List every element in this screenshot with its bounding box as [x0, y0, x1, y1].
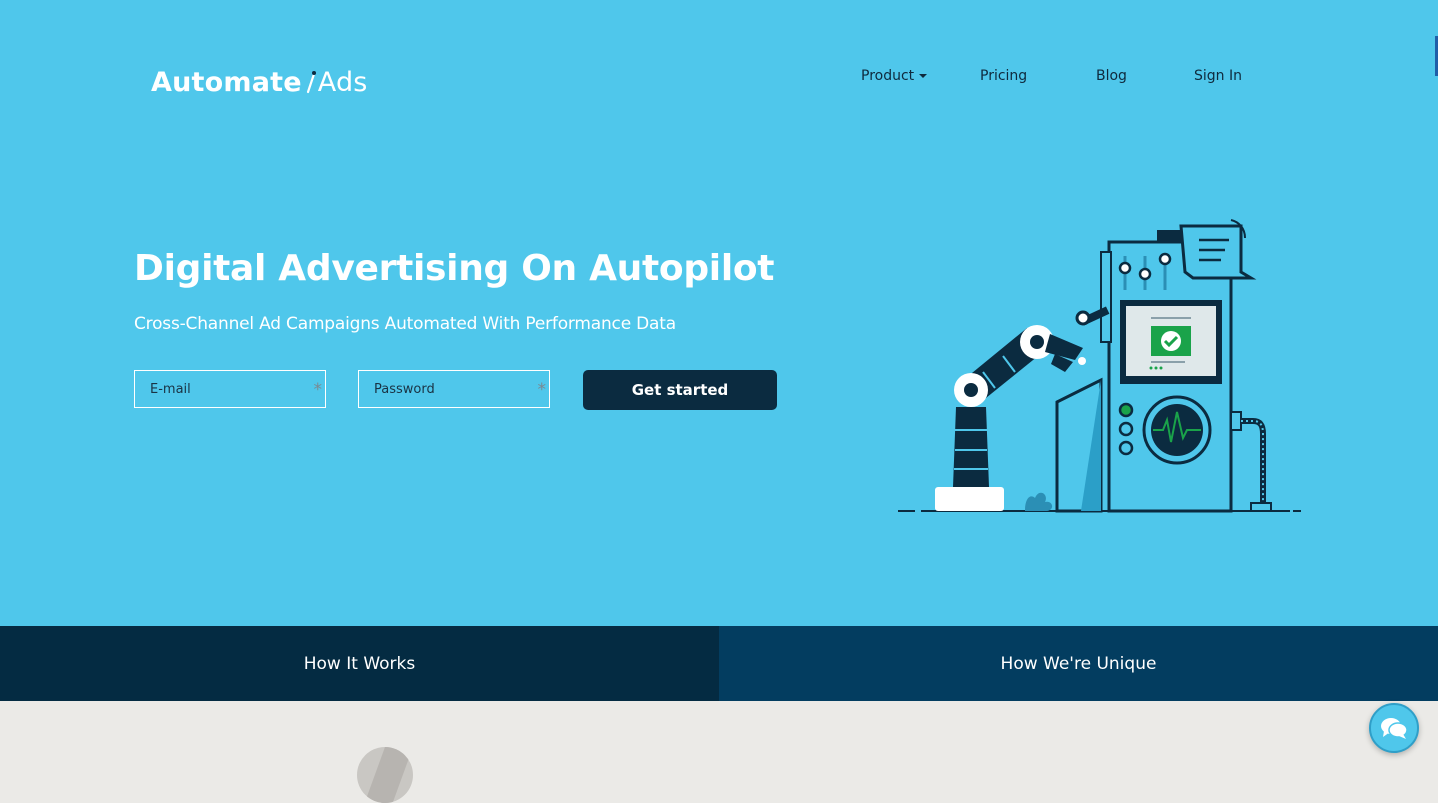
brand-logo[interactable]: Automate Ads: [151, 64, 368, 100]
tab-how-were-unique[interactable]: How We're Unique: [719, 626, 1438, 701]
robot-arm-machine-illustration: [898, 219, 1301, 513]
required-asterisk-icon: *: [313, 380, 323, 400]
hero-subheadline: Cross-Channel Ad Campaigns Automated Wit…: [134, 314, 676, 334]
nav-product[interactable]: Product: [861, 68, 928, 84]
required-asterisk-icon: *: [537, 380, 547, 400]
tab-how-it-works[interactable]: How It Works: [0, 626, 719, 701]
caret-down-icon: [919, 74, 928, 78]
password-placeholder: Password: [374, 382, 435, 397]
brand-name-light: Ads: [317, 66, 368, 98]
nav-sign-in[interactable]: Sign In: [1194, 68, 1242, 84]
nav-pricing[interactable]: Pricing: [980, 68, 1027, 84]
email-field[interactable]: E-mail *: [134, 370, 326, 408]
chat-bubbles-icon: [1381, 718, 1408, 739]
get-started-button[interactable]: Get started: [583, 370, 777, 410]
section-tabs: How It Works How We're Unique: [0, 626, 1438, 701]
email-placeholder: E-mail: [150, 382, 191, 397]
nav-product-label: Product: [861, 68, 915, 84]
password-field[interactable]: Password *: [358, 370, 550, 408]
brand-name-bold: Automate: [151, 66, 302, 98]
section-image-peek: [357, 747, 413, 803]
chat-button[interactable]: [1369, 703, 1419, 753]
hero-section: Automate Ads Product Pricing Blog Sign I…: [0, 0, 1438, 626]
hero-headline: Digital Advertising On Autopilot: [134, 248, 775, 289]
logo-slash-icon: [306, 71, 316, 94]
nav-blog[interactable]: Blog: [1096, 68, 1127, 84]
